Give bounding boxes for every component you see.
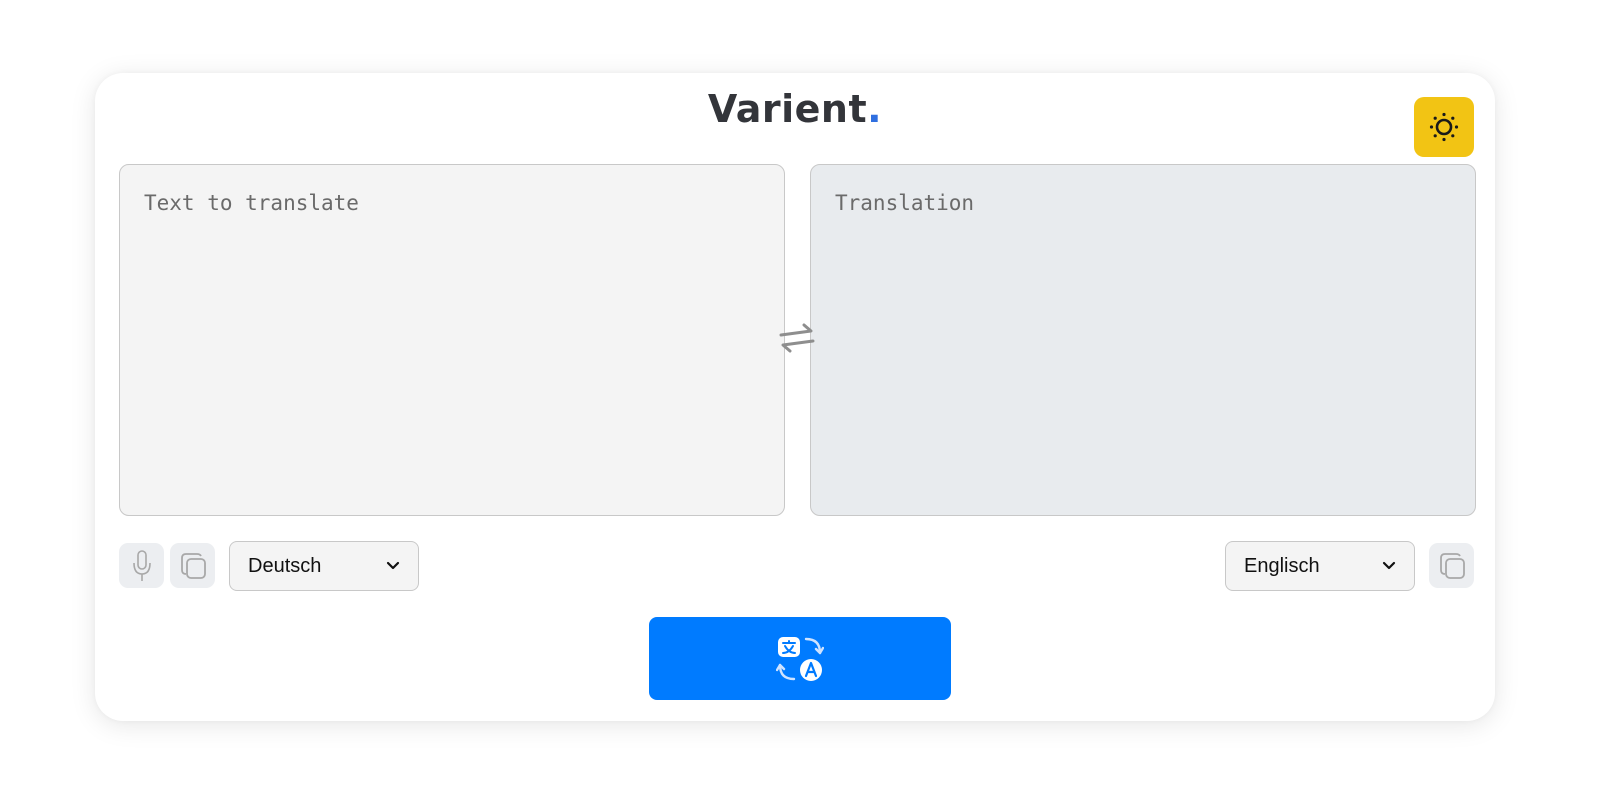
translate-button[interactable]: [649, 617, 951, 700]
chevron-down-icon: [1382, 561, 1396, 570]
copy-icon: [1439, 552, 1465, 579]
swap-arrows-icon: [779, 323, 815, 353]
logo-dot: .: [867, 87, 883, 131]
microphone-icon: [132, 549, 151, 581]
copy-translation-button[interactable]: [1429, 543, 1474, 588]
source-language-value: Deutsch: [248, 554, 322, 577]
translate-icon: [776, 636, 824, 681]
sun-icon: [1429, 112, 1459, 142]
chevron-down-icon: [386, 561, 400, 570]
app-logo: Varient.: [95, 87, 1495, 131]
microphone-button[interactable]: [119, 543, 164, 588]
theme-toggle-button[interactable]: [1414, 97, 1474, 157]
source-language-select[interactable]: Deutsch: [229, 541, 419, 591]
translator-card: Varient. Text to translate Translation D…: [95, 73, 1495, 721]
copy-icon: [180, 552, 206, 579]
logo-text: Varient: [707, 87, 868, 131]
target-language-select[interactable]: Englisch: [1225, 541, 1415, 591]
translation-output[interactable]: [810, 164, 1476, 516]
swap-languages-button[interactable]: [777, 323, 817, 353]
target-language-value: Englisch: [1244, 554, 1320, 577]
copy-source-button[interactable]: [170, 543, 215, 588]
source-text-input[interactable]: [119, 164, 785, 516]
